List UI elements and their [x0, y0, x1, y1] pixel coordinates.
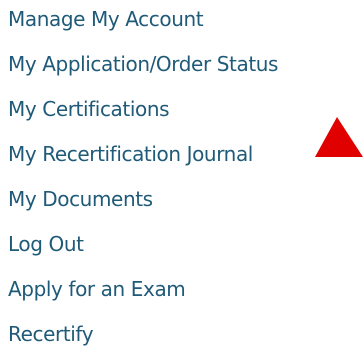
menu-item-apply-for-an-exam[interactable]: Apply for an Exam	[8, 276, 186, 302]
menu-item-manage-my-account[interactable]: Manage My Account	[8, 6, 204, 32]
menu-item-log-out[interactable]: Log Out	[8, 231, 84, 257]
red-triangle-arrow-icon	[315, 117, 363, 157]
red-triangle-arrow-shape	[315, 117, 363, 157]
menu-item-my-documents[interactable]: My Documents	[8, 186, 153, 212]
menu-item-recertify[interactable]: Recertify	[8, 321, 94, 347]
menu-item-my-certifications[interactable]: My Certifications	[8, 96, 170, 122]
menu-item-my-recertification-journal[interactable]: My Recertification Journal	[8, 141, 253, 167]
menu-item-my-application-order-status[interactable]: My Application/Order Status	[8, 51, 278, 77]
